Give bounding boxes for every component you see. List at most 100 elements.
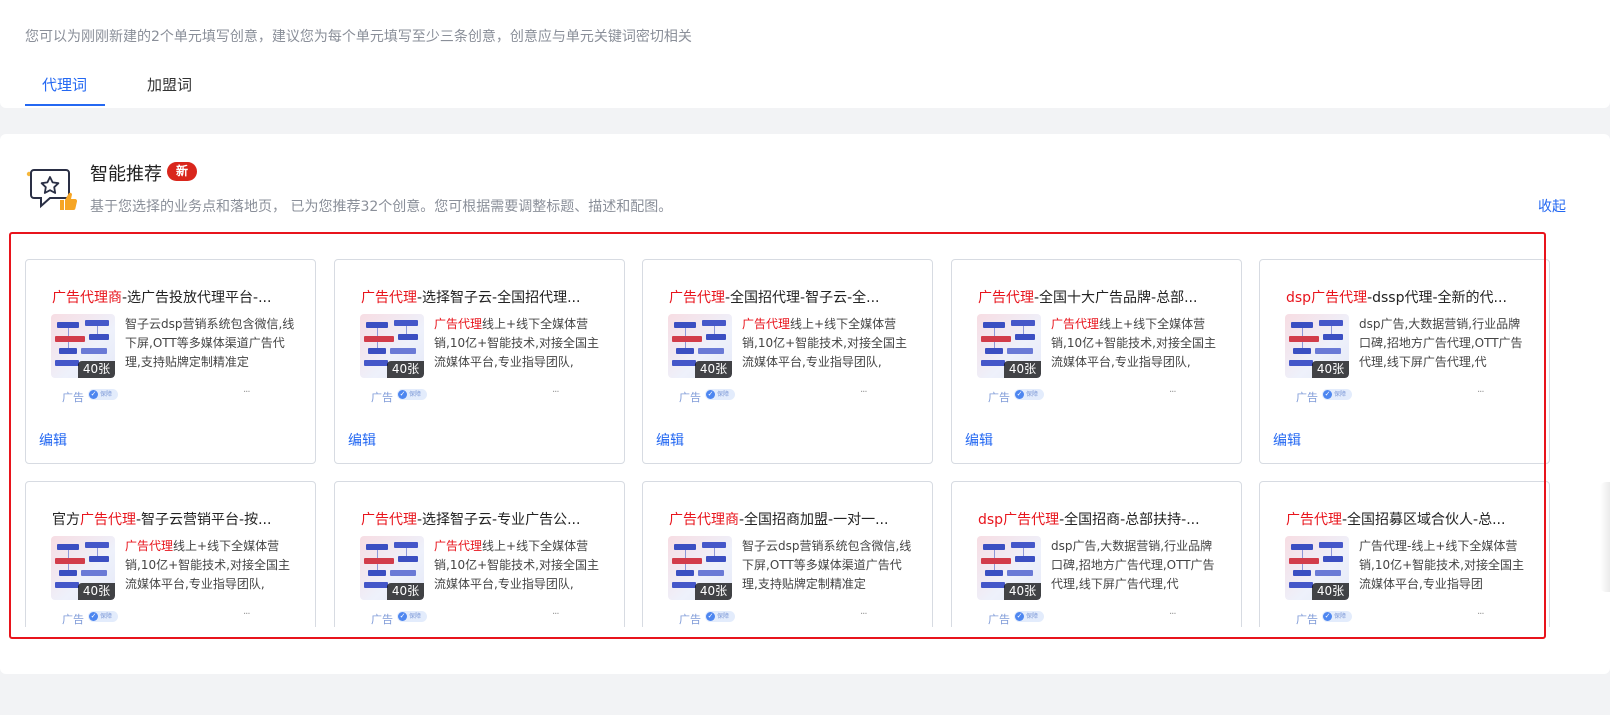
- ad-label: 广告: [62, 391, 84, 404]
- creative-card[interactable]: 广告代理-全国招代理-智子云-全... 40张 广告代理线上+线下全媒体营销,10亿…: [642, 259, 933, 464]
- more-options-icon[interactable]: ···: [1477, 387, 1484, 398]
- card-desc-keyword: 广告代理: [742, 317, 791, 331]
- verified-shield-icon: ✓ 保障: [397, 611, 427, 622]
- card-title-keyword: 广告代理商: [669, 512, 739, 528]
- card-title-keyword: dsp广告代理: [978, 512, 1060, 528]
- creative-card[interactable]: 广告代理商-全国招商加盟-一对一... 40张 智子云dsp营销系统包含微信,线下屏…: [642, 481, 933, 627]
- creative-card[interactable]: 广告代理-全国十大广告品牌-总部... 40张 广告代理线上+线下全媒体营销,10亿…: [951, 259, 1242, 464]
- card-title-keyword: 广告代理: [361, 290, 417, 306]
- card-thumbnail[interactable]: 40张: [668, 536, 732, 600]
- card-title: 广告代理-选择智子云-全国招代理...: [361, 287, 606, 307]
- card-thumbnail[interactable]: 40张: [668, 314, 732, 378]
- active-tab-indicator: [25, 104, 105, 106]
- creative-card[interactable]: 广告代理-全国招募区域合伙人-总... 40张 广告代理-线上+线下全媒体营销,10…: [1259, 481, 1550, 627]
- card-desc-text: 智子云dsp营销系统包含微信,线下屏,OTT等多媒体渠道广告代理,支持贴牌定制精…: [125, 317, 295, 369]
- card-title: 官方广告代理-智子云营销平台-按...: [52, 509, 297, 529]
- card-desc-text: dsp广告,大数据营销,行业品牌口碑,招地方广告代理,OTT广告代理,线下屏广告…: [1359, 317, 1523, 369]
- creative-card-grid: 广告代理商-选广告投放代理平台-... 40张 智子云dsp营销系统包含微信,线下屏…: [0, 250, 1550, 627]
- creative-card[interactable]: dsp广告代理-dssp代理-全新的代... 40张 dsp广告,大数据营销,行业品…: [1259, 259, 1550, 464]
- more-options-icon[interactable]: ···: [1169, 387, 1176, 398]
- image-count-badge: 40张: [1312, 361, 1349, 378]
- card-description: 智子云dsp营销系统包含微信,线下屏,OTT等多媒体渠道广告代理,支持贴牌定制精…: [742, 537, 914, 597]
- edit-button[interactable]: 编辑: [1273, 430, 1301, 450]
- verified-shield-icon: ✓ 保障: [1322, 611, 1352, 622]
- card-title: 广告代理-全国招募区域合伙人-总...: [1286, 509, 1531, 529]
- more-options-icon[interactable]: ···: [243, 387, 250, 398]
- verified-label: 保障: [1334, 391, 1347, 398]
- card-thumbnail[interactable]: 40张: [51, 536, 115, 600]
- more-options-icon[interactable]: ···: [552, 609, 559, 620]
- card-title-keyword: 广告代理: [978, 290, 1034, 306]
- ad-label: 广告: [988, 613, 1010, 626]
- card-thumbnail[interactable]: 40张: [1285, 536, 1349, 600]
- verified-shield-icon: ✓ 保障: [705, 389, 735, 400]
- ad-label: 广告: [679, 613, 701, 626]
- card-title-rest: -全国招商加盟-一对一...: [739, 512, 889, 528]
- card-desc-text: 智子云dsp营销系统包含微信,线下屏,OTT等多媒体渠道广告代理,支持贴牌定制精…: [742, 539, 912, 591]
- verified-label: 保障: [409, 391, 422, 398]
- edit-button[interactable]: 编辑: [348, 430, 376, 450]
- creative-card[interactable]: 广告代理-选择智子云-专业广告公... 40张 广告代理线上+线下全媒体营销,10亿…: [334, 481, 625, 627]
- verified-shield-icon: ✓ 保障: [88, 389, 118, 400]
- tab-daili[interactable]: 代理词: [42, 74, 87, 95]
- verified-shield-icon: ✓ 保障: [1014, 611, 1044, 622]
- creative-card[interactable]: 官方广告代理-智子云营销平台-按... 40张 广告代理线上+线下全媒体营销,10亿…: [25, 481, 316, 627]
- card-desc-keyword: 广告代理: [1051, 317, 1100, 331]
- more-options-icon[interactable]: ···: [1477, 609, 1484, 620]
- more-options-icon[interactable]: ···: [860, 387, 867, 398]
- image-count-badge: 40张: [695, 361, 732, 378]
- card-title-rest: -选择智子云-全国招代理...: [417, 290, 581, 306]
- more-options-icon[interactable]: ···: [243, 609, 250, 620]
- collapse-button[interactable]: 收起: [1538, 196, 1566, 216]
- card-title-rest: -全国招募区域合伙人-总...: [1342, 512, 1506, 528]
- image-count-badge: 40张: [78, 361, 115, 378]
- verified-shield-icon: ✓ 保障: [705, 611, 735, 622]
- card-title-prefix: 官方: [52, 512, 80, 528]
- image-count-badge: 40张: [387, 583, 424, 600]
- verified-label: 保障: [1026, 613, 1039, 620]
- tab-jiameng[interactable]: 加盟词: [147, 74, 192, 95]
- card-description: 广告代理-线上+线下全媒体营销,10亿+智能技术,对接全国主流媒体平台,专业指导…: [1359, 537, 1531, 597]
- card-title-rest: -dssp代理-全新的代...: [1367, 290, 1507, 306]
- ad-label: 广告: [62, 613, 84, 626]
- card-title-keyword: 广告代理: [80, 512, 136, 528]
- card-thumbnail[interactable]: 40张: [1285, 314, 1349, 378]
- creative-card[interactable]: dsp广告代理-全国招商-总部扶持-... 40张 dsp广告,大数据营销,行业品牌…: [951, 481, 1242, 627]
- card-title-rest: -智子云营销平台-按...: [136, 512, 272, 528]
- verified-shield-icon: ✓ 保障: [88, 611, 118, 622]
- card-title: 广告代理-全国十大广告品牌-总部...: [978, 287, 1223, 307]
- edit-button[interactable]: 编辑: [965, 430, 993, 450]
- more-options-icon[interactable]: ···: [1169, 609, 1176, 620]
- more-options-icon[interactable]: ···: [552, 387, 559, 398]
- creative-card[interactable]: 广告代理商-选广告投放代理平台-... 40张 智子云dsp营销系统包含微信,线下屏…: [25, 259, 316, 464]
- card-thumbnail[interactable]: 40张: [977, 536, 1041, 600]
- card-thumbnail[interactable]: 40张: [360, 536, 424, 600]
- card-thumbnail[interactable]: 40张: [360, 314, 424, 378]
- verified-label: 保障: [100, 391, 113, 398]
- card-title-keyword: 广告代理: [361, 512, 417, 528]
- card-desc-text: dsp广告,大数据营销,行业品牌口碑,招地方广告代理,OTT广告代理,线下屏广告…: [1051, 539, 1215, 591]
- creative-card[interactable]: 广告代理-选择智子云-全国招代理... 40张 广告代理线上+线下全媒体营销,10亿…: [334, 259, 625, 464]
- image-count-badge: 40张: [1312, 583, 1349, 600]
- card-description: 广告代理线上+线下全媒体营销,10亿+智能技术,对接全国主流媒体平台,专业指导团…: [125, 537, 297, 597]
- card-description: 智子云dsp营销系统包含微信,线下屏,OTT等多媒体渠道广告代理,支持贴牌定制精…: [125, 315, 297, 375]
- card-title-keyword: 广告代理: [669, 290, 725, 306]
- card-title: dsp广告代理-全国招商-总部扶持-...: [978, 509, 1223, 529]
- image-count-badge: 40张: [695, 583, 732, 600]
- card-title: 广告代理商-全国招商加盟-一对一...: [669, 509, 914, 529]
- card-title-keyword: 广告代理: [1286, 512, 1342, 528]
- verified-label: 保障: [1334, 613, 1347, 620]
- card-description: 广告代理线上+线下全媒体营销,10亿+智能技术,对接全国主流媒体平台,专业指导团…: [742, 315, 914, 375]
- card-desc-keyword: 广告代理: [434, 317, 483, 331]
- card-desc-text: 广告代理-线上+线下全媒体营销,10亿+智能技术,对接全国主流媒体平台,专业指导…: [1359, 539, 1524, 591]
- unit-hint-text: 您可以为刚刚新建的2个单元填写创意，建议您为每个单元填写至少三条创意，创意应与单…: [25, 29, 692, 45]
- card-thumbnail[interactable]: 40张: [51, 314, 115, 378]
- ad-label: 广告: [371, 391, 393, 404]
- image-count-badge: 40张: [78, 583, 115, 600]
- edit-button[interactable]: 编辑: [39, 430, 67, 450]
- card-thumbnail[interactable]: 40张: [977, 314, 1041, 378]
- more-options-icon[interactable]: ···: [860, 609, 867, 620]
- ad-label: 广告: [1296, 391, 1318, 404]
- verified-label: 保障: [100, 613, 113, 620]
- edit-button[interactable]: 编辑: [656, 430, 684, 450]
